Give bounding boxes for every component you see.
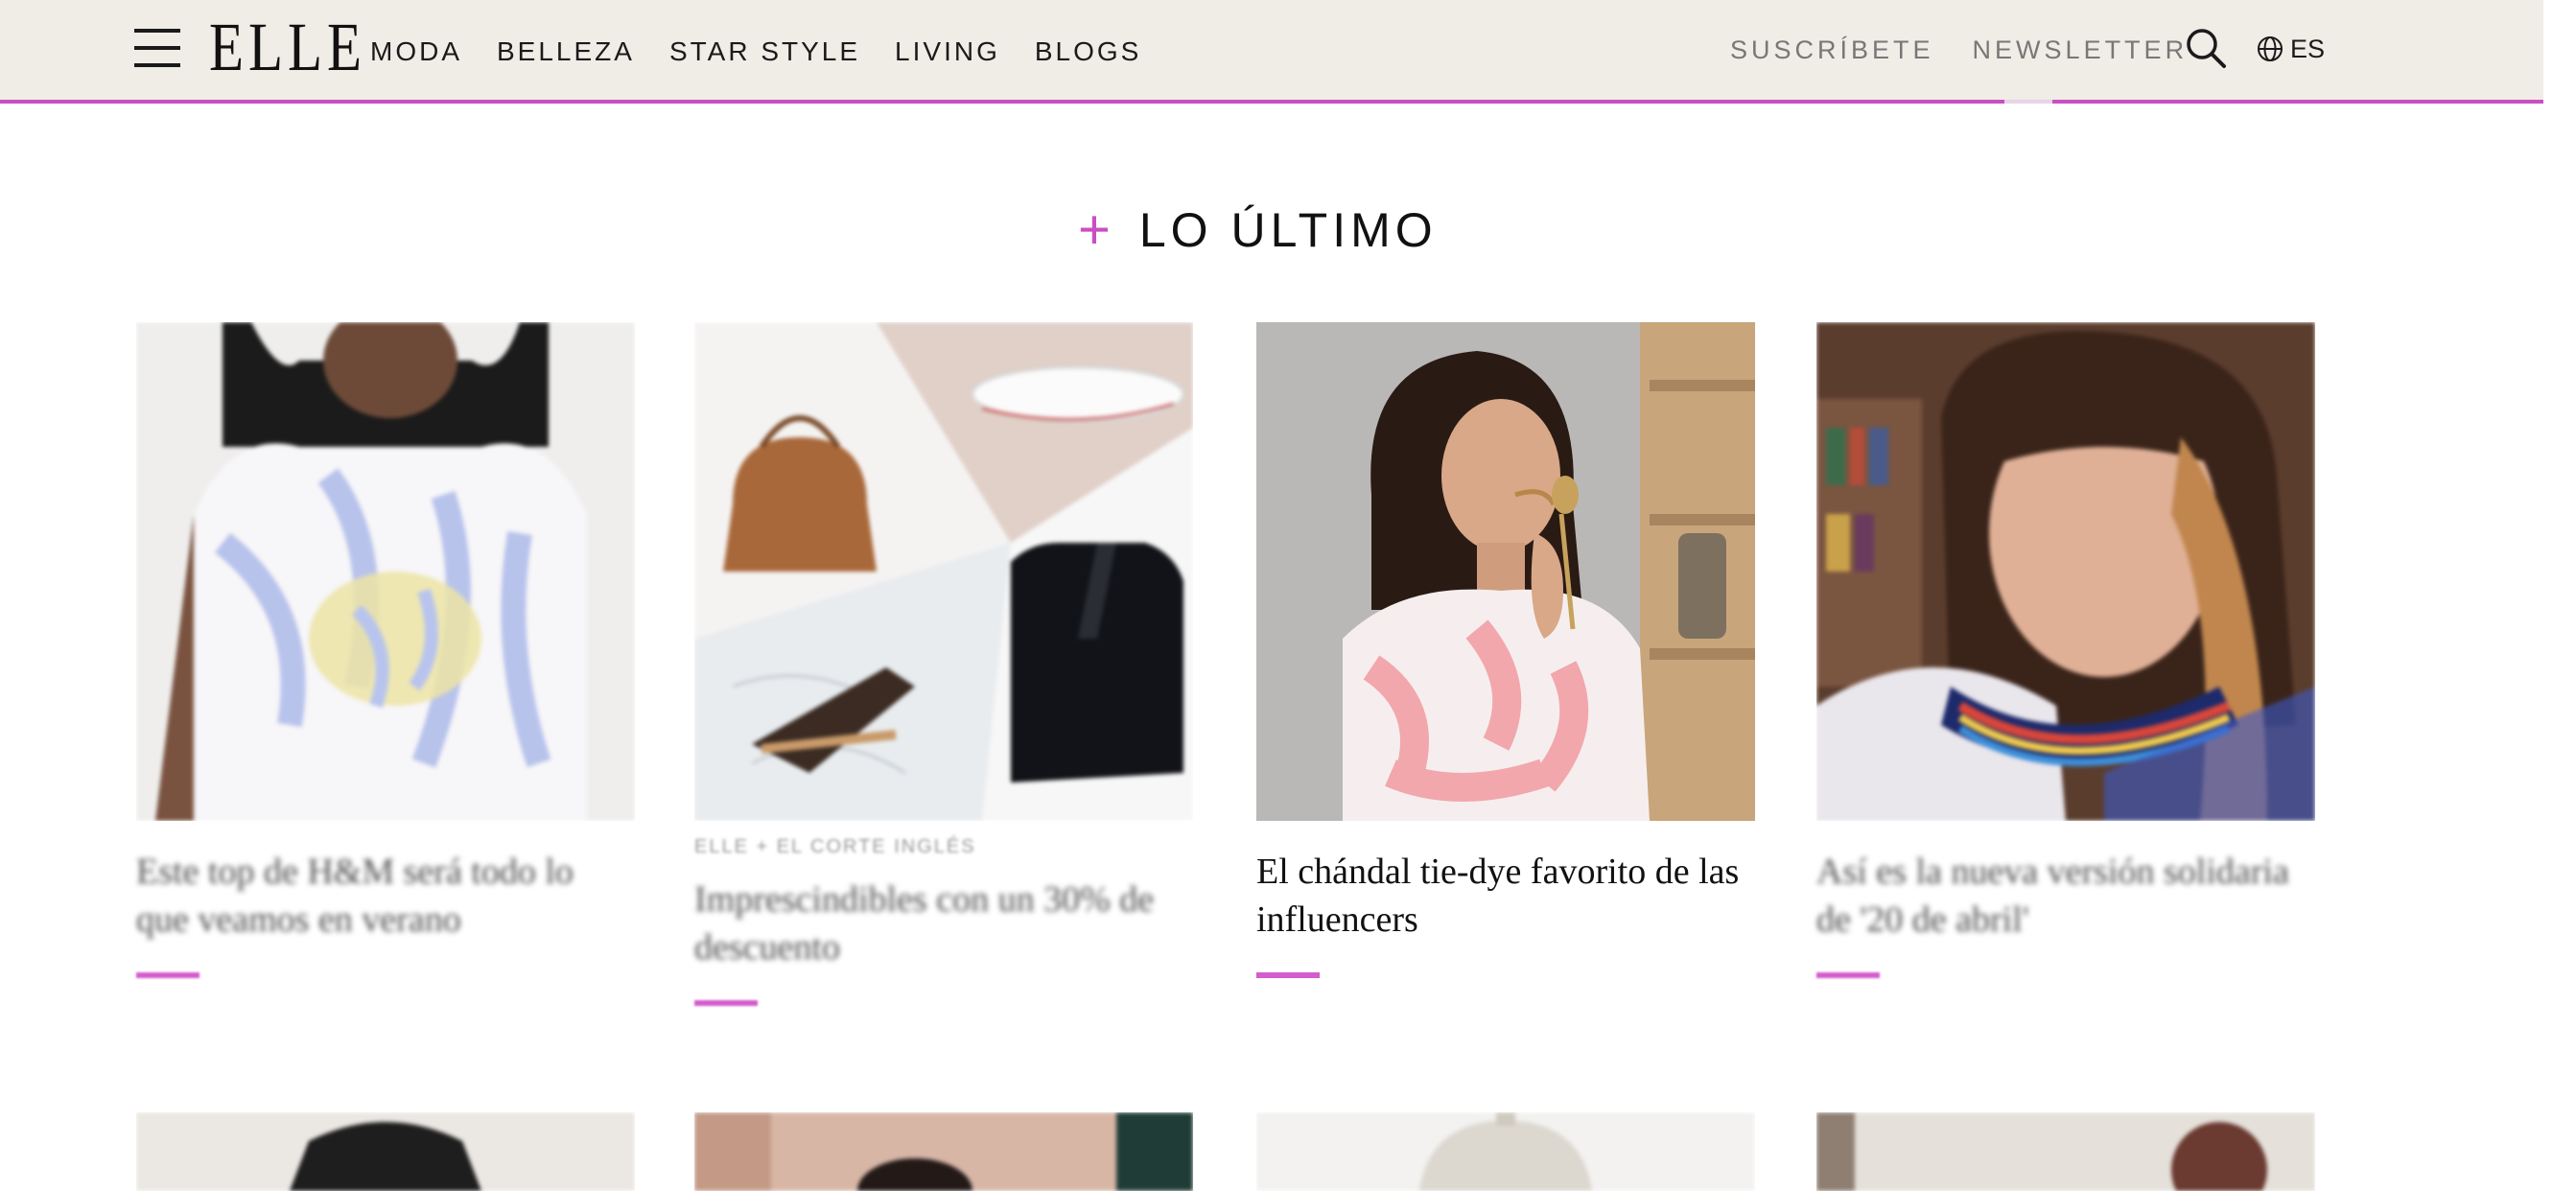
nav-item-blogs[interactable]: BLOGS [1035,35,1141,69]
globe-icon [2258,36,2283,61]
article-card-teaser[interactable] [136,1112,635,1191]
article-card[interactable]: El chándal tie-dye favorito de las influ… [1256,322,1755,978]
article-image[interactable] [694,322,1193,821]
newsletter-link[interactable]: NEWSLETTER [1973,33,2189,67]
hamburger-menu-icon[interactable] [134,27,180,69]
section-heading: + LO ÚLTIMO [1078,201,1438,259]
language-label: ES [2290,35,2326,63]
header-links: SUSCRÍBETE NEWSLETTER [1730,33,2226,67]
article-card[interactable]: Este top de H&M será todo lo que veamos … [136,322,635,978]
plus-icon: + [1078,198,1111,261]
site-logo[interactable]: ELLE [209,12,366,82]
article-image[interactable] [1816,322,2315,821]
accent-bar [1256,972,1320,978]
accent-bar [1816,972,1880,978]
site-header: ELLE MODA BELLEZA STAR STYLE LIVING BLOG… [0,0,2543,104]
nav-item-belleza[interactable]: BELLEZA [497,35,635,69]
language-selector[interactable]: ES [2256,33,2325,65]
nav-item-living[interactable]: LIVING [895,35,1000,69]
accent-bar [136,972,199,978]
section-title: LO ÚLTIMO [1138,203,1438,257]
article-title[interactable]: Así es la nueva versión solidaria de '20… [1816,848,2315,944]
article-card-teaser[interactable] [1816,1112,2315,1191]
accent-bar [694,1000,758,1006]
article-image[interactable] [136,322,635,821]
article-card[interactable]: ELLE + EL CORTE INGLÉS Imprescindibles c… [694,322,1193,1006]
main-nav: MODA BELLEZA STAR STYLE LIVING BLOGS [370,35,1176,69]
subscribe-link[interactable]: SUSCRÍBETE [1730,33,1934,67]
article-card-teaser[interactable] [1256,1112,1755,1191]
article-title[interactable]: Imprescindibles con un 30% de descuento [694,876,1193,971]
nav-item-moda[interactable]: MODA [370,35,462,69]
article-card[interactable]: Así es la nueva versión solidaria de '20… [1816,322,2315,978]
article-card-teaser[interactable] [694,1112,1193,1191]
article-image[interactable] [1256,322,1755,821]
article-title[interactable]: El chándal tie-dye favorito de las influ… [1256,848,1755,944]
article-title[interactable]: Este top de H&M será todo lo que veamos … [136,848,635,944]
nav-active-indicator [2004,100,2052,104]
nav-item-star-style[interactable]: STAR STYLE [669,35,860,69]
article-kicker: ELLE + EL CORTE INGLÉS [694,836,976,857]
search-icon[interactable] [2185,27,2227,69]
